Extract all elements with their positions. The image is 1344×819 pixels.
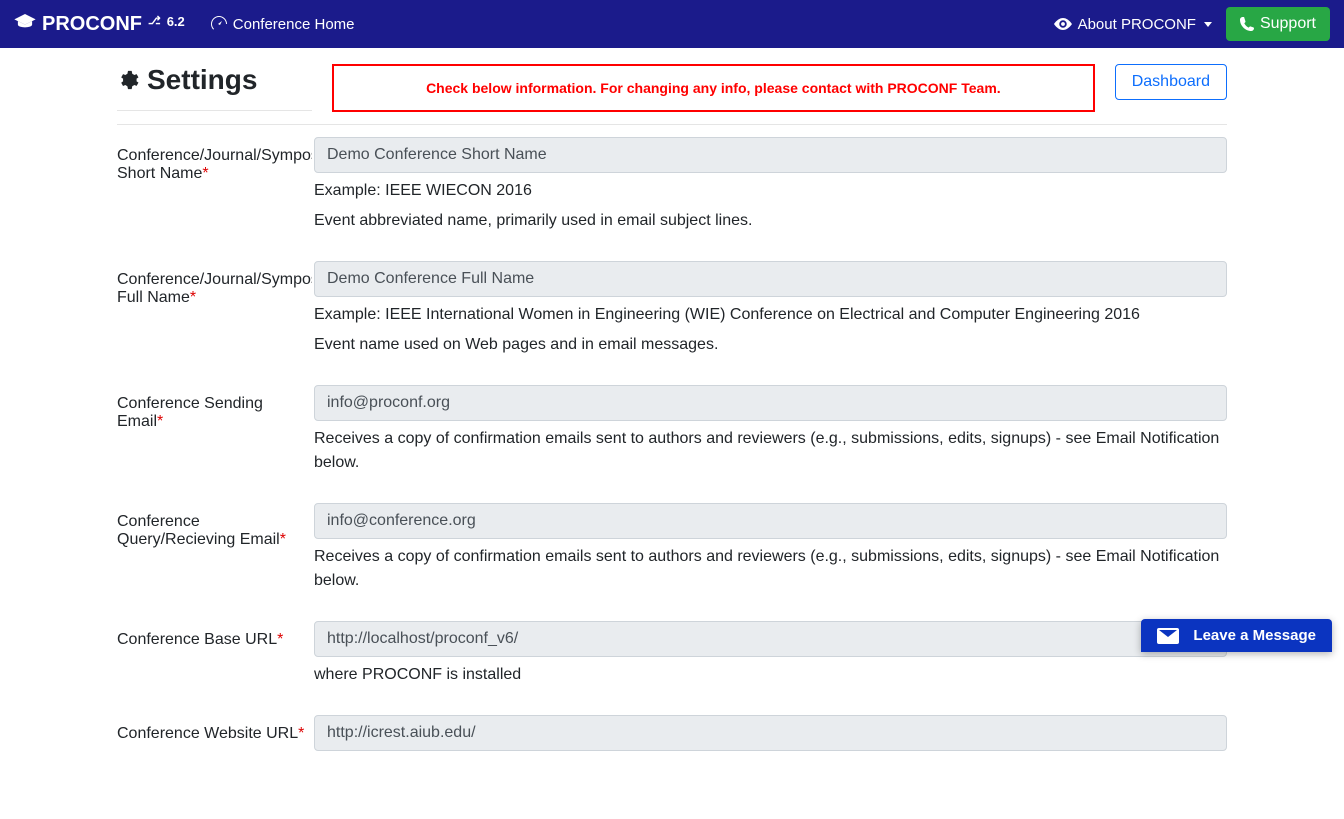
gear-icon: [117, 69, 139, 91]
info-alert: Check below information. For changing an…: [332, 64, 1095, 112]
page-title-text: Settings: [147, 64, 257, 96]
label-full-name-text: Conference/Journal/Symposium/Seminar Ful…: [117, 271, 312, 306]
input-full-name[interactable]: [314, 261, 1227, 297]
field-query-email: Conference Query/Recieving Email* Receiv…: [117, 503, 1227, 593]
dashboard-button-label: Dashboard: [1132, 73, 1210, 90]
chevron-down-icon: [1204, 22, 1212, 27]
field-short-name: Conference/Journal/Symposium/Seminar Sho…: [117, 137, 1227, 233]
label-sending-email-text: Conference Sending Email: [117, 395, 263, 430]
help-query-email: Receives a copy of confirmation emails s…: [314, 545, 1227, 593]
nav-conference-home[interactable]: Conference Home: [207, 10, 359, 39]
field-website-url: Conference Website URL*: [117, 715, 1227, 751]
label-base-url-text: Conference Base URL: [117, 631, 277, 648]
nav-about-dropdown[interactable]: About PROCONF: [1054, 16, 1212, 33]
dashboard-button[interactable]: Dashboard: [1115, 64, 1227, 100]
label-short-name-text: Conference/Journal/Symposium/Seminar Sho…: [117, 147, 312, 182]
label-full-name: Conference/Journal/Symposium/Seminar Ful…: [117, 261, 312, 307]
help-short-name-1: Example: IEEE WIECON 2016: [314, 179, 1227, 203]
required-star: *: [277, 631, 283, 648]
label-website-url-text: Conference Website URL: [117, 725, 298, 742]
required-star: *: [298, 725, 304, 742]
input-short-name[interactable]: [314, 137, 1227, 173]
required-star: *: [157, 413, 163, 430]
mail-icon: [1157, 628, 1179, 644]
field-base-url: Conference Base URL* where PROCONF is in…: [117, 621, 1227, 687]
label-short-name: Conference/Journal/Symposium/Seminar Sho…: [117, 137, 312, 183]
required-star: *: [280, 531, 286, 548]
field-sending-email: Conference Sending Email* Receives a cop…: [117, 385, 1227, 475]
support-button-label: Support: [1260, 15, 1316, 33]
phone-icon: [1240, 17, 1254, 31]
input-query-email[interactable]: [314, 503, 1227, 539]
label-query-email-text: Conference Query/Recieving Email: [117, 513, 280, 548]
help-full-name-1: Example: IEEE International Women in Eng…: [314, 303, 1227, 327]
branch-icon: ⎇: [148, 14, 161, 27]
help-full-name-2: Event name used on Web pages and in emai…: [314, 333, 1227, 357]
required-star: *: [190, 289, 196, 306]
brand-version: 6.2: [167, 14, 185, 29]
navbar: PROCONF ⎇ 6.2 Conference Home About PROC…: [0, 0, 1344, 48]
help-sending-email: Receives a copy of confirmation emails s…: [314, 427, 1227, 475]
brand-text: PROCONF: [42, 13, 142, 36]
divider: [117, 124, 1227, 125]
dashboard-icon: [211, 16, 227, 32]
nav-conference-home-label: Conference Home: [233, 16, 355, 33]
label-sending-email: Conference Sending Email*: [117, 385, 312, 431]
chat-widget[interactable]: Leave a Message: [1141, 619, 1332, 652]
label-website-url: Conference Website URL*: [117, 715, 312, 743]
input-sending-email[interactable]: [314, 385, 1227, 421]
required-star: *: [202, 165, 208, 182]
label-base-url: Conference Base URL*: [117, 621, 312, 649]
help-short-name-2: Event abbreviated name, primarily used i…: [314, 209, 1227, 233]
chat-widget-label: Leave a Message: [1193, 627, 1316, 644]
eye-icon: [1054, 18, 1072, 30]
label-query-email: Conference Query/Recieving Email*: [117, 503, 312, 549]
info-alert-text: Check below information. For changing an…: [426, 80, 1001, 96]
field-full-name: Conference/Journal/Symposium/Seminar Ful…: [117, 261, 1227, 357]
support-button[interactable]: Support: [1226, 7, 1330, 41]
nav-about-label: About PROCONF: [1078, 16, 1196, 33]
input-website-url[interactable]: [314, 715, 1227, 751]
page-title: Settings: [117, 64, 312, 104]
main-container: Settings Check below information. For ch…: [117, 48, 1227, 819]
graduation-cap-icon: [14, 14, 36, 30]
help-base-url: where PROCONF is installed: [314, 663, 1227, 687]
brand-logo[interactable]: PROCONF ⎇ 6.2: [14, 13, 185, 36]
